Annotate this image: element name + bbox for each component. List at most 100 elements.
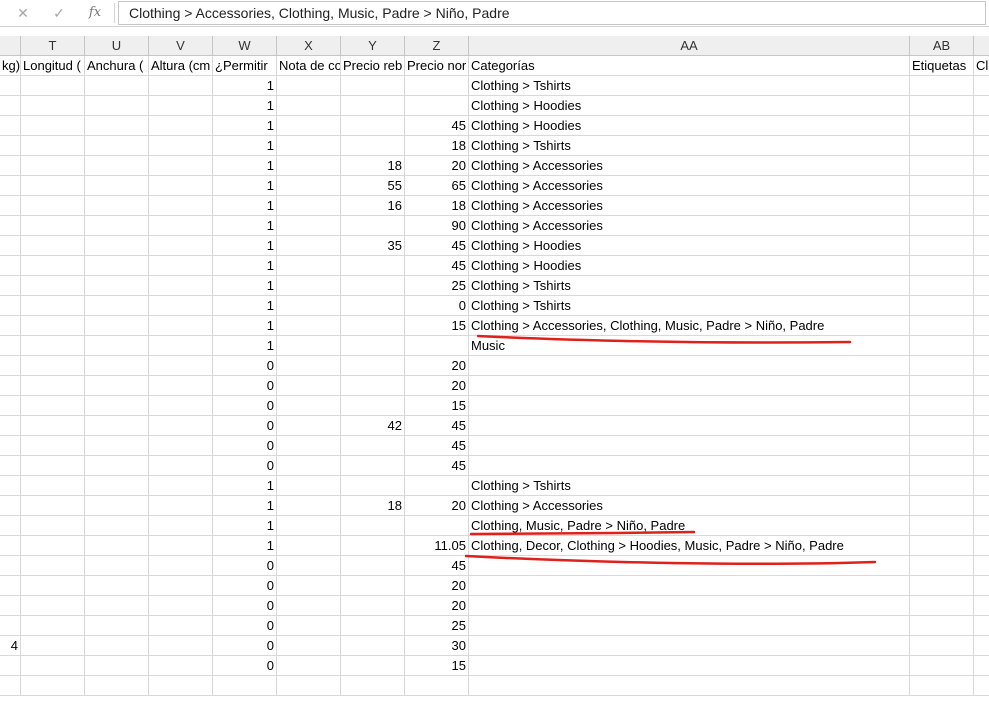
cell-u[interactable] [85,136,149,156]
cell-t[interactable] [21,536,85,556]
cell-y[interactable] [341,116,405,136]
cell-w[interactable]: 0 [213,396,277,416]
cell-aa[interactable]: Clothing > Hoodies [469,116,910,136]
column-header-x[interactable]: X [277,36,341,56]
cell-v[interactable] [149,216,213,236]
cell-aa[interactable]: Clothing > Accessories, Clothing, Music,… [469,316,910,336]
cell-u[interactable] [85,476,149,496]
cell-ac[interactable] [974,616,989,636]
cell-z[interactable] [405,336,469,356]
cell-z[interactable]: 20 [405,156,469,176]
cell-ab[interactable] [910,656,974,676]
cell-t[interactable] [21,336,85,356]
cell-z[interactable]: 0 [405,296,469,316]
cell-t[interactable] [21,156,85,176]
cell-v[interactable] [149,436,213,456]
cell-y[interactable]: 42 [341,416,405,436]
cell-w[interactable]: 0 [213,556,277,576]
cell-ac[interactable] [974,476,989,496]
cell-aa[interactable] [469,376,910,396]
cell-v[interactable] [149,116,213,136]
cell-t[interactable] [21,416,85,436]
cell-w[interactable]: 0 [213,376,277,396]
cell-y[interactable] [341,476,405,496]
cell-u[interactable] [85,676,149,696]
cell-ac[interactable] [974,376,989,396]
cell-y[interactable] [341,96,405,116]
cell-s[interactable] [0,676,21,696]
cell-x[interactable] [277,116,341,136]
cell-ab[interactable] [910,316,974,336]
cell-v[interactable] [149,316,213,336]
cell-u[interactable] [85,576,149,596]
cell-ab[interactable] [910,236,974,256]
cell-s[interactable] [0,556,21,576]
cell-x[interactable] [277,276,341,296]
header-cell-x[interactable]: Nota de co [277,56,341,76]
cell-t[interactable] [21,216,85,236]
cell-z[interactable]: 25 [405,616,469,636]
cell-ac[interactable] [974,156,989,176]
cell-ab[interactable] [910,556,974,576]
cell-aa[interactable]: Clothing > Tshirts [469,476,910,496]
cell-x[interactable] [277,676,341,696]
cell-z[interactable]: 20 [405,376,469,396]
cell-z[interactable]: 20 [405,356,469,376]
cell-w[interactable]: 1 [213,276,277,296]
cell-s[interactable] [0,596,21,616]
cell-aa[interactable]: Clothing > Accessories [469,156,910,176]
cell-t[interactable] [21,676,85,696]
cell-s[interactable] [0,136,21,156]
cell-ac[interactable] [974,296,989,316]
cell-y[interactable] [341,316,405,336]
cell-aa[interactable]: Clothing > Accessories [469,196,910,216]
cell-t[interactable] [21,616,85,636]
cell-v[interactable] [149,236,213,256]
cell-u[interactable] [85,296,149,316]
cell-u[interactable] [85,416,149,436]
cell-y[interactable] [341,656,405,676]
cell-u[interactable] [85,536,149,556]
cell-u[interactable] [85,276,149,296]
cell-s[interactable] [0,236,21,256]
cell-w[interactable]: 1 [213,536,277,556]
cell-w[interactable]: 1 [213,196,277,216]
cell-ab[interactable] [910,176,974,196]
cell-v[interactable] [149,276,213,296]
cell-z[interactable]: 45 [405,456,469,476]
cell-w[interactable]: 1 [213,476,277,496]
cell-z[interactable]: 18 [405,196,469,216]
cell-u[interactable] [85,96,149,116]
cell-w[interactable]: 0 [213,656,277,676]
cell-ac[interactable] [974,276,989,296]
column-header-z[interactable]: Z [405,36,469,56]
cell-z[interactable]: 18 [405,136,469,156]
cell-aa[interactable]: Clothing > Accessories [469,216,910,236]
cell-u[interactable] [85,556,149,576]
cell-aa[interactable]: Clothing > Hoodies [469,236,910,256]
cell-z[interactable]: 90 [405,216,469,236]
cell-t[interactable] [21,516,85,536]
cell-v[interactable] [149,556,213,576]
cell-ab[interactable] [910,76,974,96]
cell-ab[interactable] [910,516,974,536]
cell-t[interactable] [21,296,85,316]
cell-s[interactable] [0,336,21,356]
cell-ab[interactable] [910,616,974,636]
cell-ac[interactable] [974,576,989,596]
cell-y[interactable] [341,636,405,656]
cell-u[interactable] [85,376,149,396]
cell-y[interactable] [341,356,405,376]
cell-v[interactable] [149,576,213,596]
cell-u[interactable] [85,256,149,276]
cell-aa[interactable]: Clothing > Tshirts [469,76,910,96]
cell-x[interactable] [277,376,341,396]
cell-w[interactable]: 1 [213,316,277,336]
cell-z[interactable]: 20 [405,596,469,616]
cell-ab[interactable] [910,256,974,276]
cell-v[interactable] [149,476,213,496]
cell-w[interactable]: 0 [213,416,277,436]
cell-x[interactable] [277,296,341,316]
cell-z[interactable]: 45 [405,556,469,576]
cell-y[interactable] [341,456,405,476]
